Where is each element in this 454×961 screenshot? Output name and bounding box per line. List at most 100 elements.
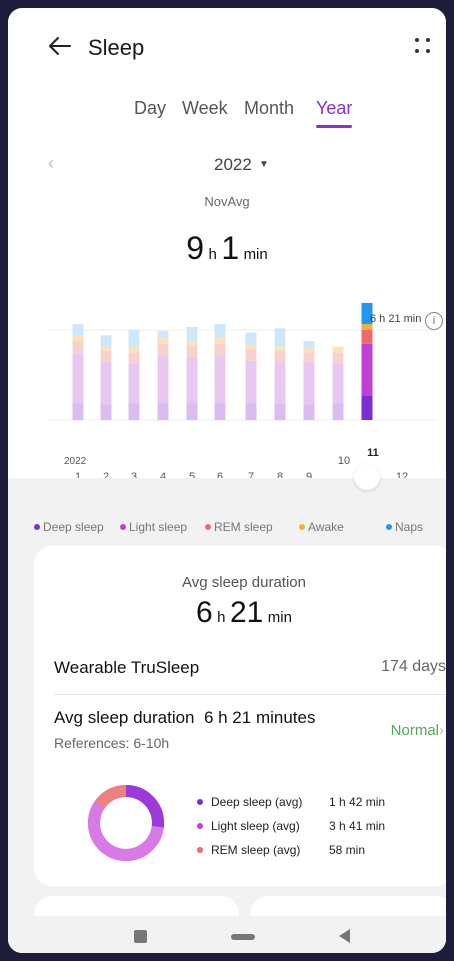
bar-segment-deep-sleep[interactable] [128,403,140,420]
month-tick-label[interactable]: 11 [367,447,379,459]
tab-month[interactable]: Month [244,98,294,119]
bar-segment-deep-sleep[interactable] [274,404,286,420]
card-minutes-unit: min [267,609,292,626]
chart-slider-handle[interactable] [354,464,380,490]
bar-segment-awake[interactable] [214,338,226,344]
status-link[interactable]: Normal› [391,722,444,739]
bar-segment-awake[interactable] [186,341,198,346]
avg-duration-row[interactable]: Avg sleep duration 6 h 21 minutes Refere… [54,708,446,751]
bar-segment-naps[interactable] [303,341,315,349]
bar-segment-light-sleep[interactable] [186,357,198,404]
legend-item: Light sleep [120,520,187,534]
tab-day[interactable]: Day [134,98,166,119]
bar-segment-deep-sleep[interactable] [332,403,344,420]
period-tabs: Day Week Month Year [8,98,446,128]
page-title: Sleep [88,35,145,60]
stat-row-light: Light sleep (avg) 3 h 41 min [197,819,417,843]
bar-segment-light-sleep[interactable] [303,362,315,405]
bar-segment-naps[interactable] [72,324,84,336]
bar-segment-rem-sleep[interactable] [245,349,257,361]
legend-label: Light sleep [129,520,188,534]
bar-segment-rem-sleep[interactable] [303,352,315,363]
home-icon[interactable] [231,934,255,940]
stat-row-rem: REM sleep (avg) 58 min [197,843,417,867]
sleep-stage-donut [88,785,164,861]
system-nav-bar [8,916,446,953]
divider [54,694,446,695]
bar-segment-rem-sleep[interactable] [128,352,140,364]
bar-segment-deep-sleep[interactable] [157,403,169,420]
bar-segment-naps[interactable] [100,335,112,347]
bar-segment-light-sleep[interactable] [72,353,84,404]
month-tick-label[interactable]: 10 [338,455,350,467]
sleep-screen: Sleep Day Week Month Year ‹ 2022 ▼ NovAv… [8,8,446,953]
bar-segment-rem-sleep[interactable] [361,329,373,344]
bar-segment-awake[interactable] [274,346,286,351]
bar-segment-deep-sleep[interactable] [303,404,315,420]
avg-sleep-card: Avg sleep duration 6 h 21 min Wearable T… [34,546,446,886]
bar-segment-deep-sleep[interactable] [361,396,373,420]
stat-dot [197,847,203,853]
bar-segment-naps[interactable] [157,331,169,339]
caret-down-icon[interactable]: ▼ [259,159,269,170]
top-bar: Sleep [8,8,446,78]
source-label: Wearable TruSleep [54,658,200,677]
tab-week[interactable]: Week [182,98,228,119]
bar-segment-naps[interactable] [186,326,198,342]
bar-segment-light-sleep[interactable] [214,356,226,404]
bar-segment-awake[interactable] [72,335,84,342]
bar-segment-deep-sleep[interactable] [72,403,84,420]
bar-segment-light-sleep[interactable] [128,363,140,404]
year-selector[interactable]: 2022 [214,155,252,175]
stat-value: 58 min [329,843,366,857]
legend-dot [120,524,126,530]
bar-segment-light-sleep[interactable] [100,362,112,405]
bar-segment-rem-sleep[interactable] [157,343,169,357]
arrow-left-icon[interactable] [46,32,74,60]
more-dots-icon[interactable] [413,36,433,56]
previous-period-icon[interactable]: ‹ [48,153,54,174]
bar-segment-deep-sleep[interactable] [186,403,198,420]
bar-segment-light-sleep[interactable] [245,360,257,404]
bar-segment-naps[interactable] [214,324,226,339]
legend-item: Awake [299,520,344,534]
bar-segment-light-sleep[interactable] [157,356,169,404]
info-icon[interactable]: i [425,312,443,330]
bar-segment-awake[interactable] [128,346,140,353]
bar-segment-awake[interactable] [100,346,112,351]
references-text: References: 6-10h [54,735,170,751]
chevron-right-icon: › [439,722,444,739]
bar-segment-light-sleep[interactable] [332,363,344,404]
avg-minutes-unit: min [243,246,268,263]
yearly-sleep-chart[interactable]: 1 2 3 4 5 6 7 8 91011122022 [8,278,446,488]
bar-segment-deep-sleep[interactable] [245,403,257,420]
bar-segment-awake[interactable] [332,346,344,353]
bar-segment-light-sleep[interactable] [361,343,373,397]
bar-segment-deep-sleep[interactable] [214,403,226,420]
bar-segment-naps[interactable] [245,332,257,346]
bar-segment-naps[interactable] [128,329,140,347]
recents-icon[interactable] [134,930,147,943]
bar-segment-rem-sleep[interactable] [214,343,226,357]
avg-hours-unit: h [208,246,217,263]
bar-segment-awake[interactable] [245,345,257,350]
bar-segment-deep-sleep[interactable] [100,404,112,420]
tab-year[interactable]: Year [316,98,352,119]
stat-row-deep: Deep sleep (avg) 1 h 42 min [197,795,417,819]
bar-segment-awake[interactable] [157,338,169,344]
card-title: Avg sleep duration [182,574,306,591]
bar-segment-light-sleep[interactable] [274,362,286,405]
legend-item: Deep sleep [34,520,104,534]
back-triangle-icon[interactable] [339,929,350,943]
bar-segment-rem-sleep[interactable] [100,350,112,363]
legend-dot [205,524,211,530]
bar-segment-rem-sleep[interactable] [274,350,286,363]
bar-segment-naps[interactable] [274,328,286,347]
bar-segment-rem-sleep[interactable] [186,345,198,358]
reference-line-label: 6 h 21 min [370,313,422,325]
bar-segment-rem-sleep[interactable] [72,341,84,354]
source-row: Wearable TruSleep 174 days [54,658,446,682]
bar-segment-rem-sleep[interactable] [332,352,344,364]
legend-label: REM sleep [214,520,273,534]
bar-segment-awake[interactable] [303,348,315,353]
